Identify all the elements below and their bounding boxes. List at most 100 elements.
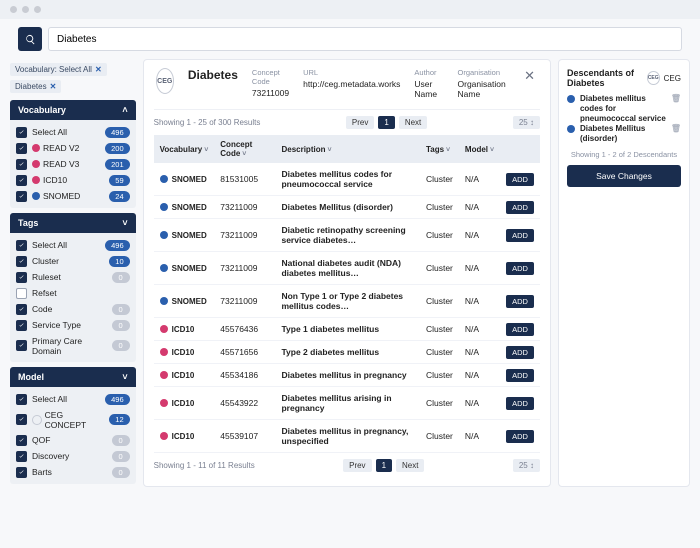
add-button[interactable]: ADD — [506, 430, 534, 443]
option-label: Discovery — [32, 451, 107, 461]
checkbox[interactable] — [16, 304, 27, 315]
prev-button[interactable]: Prev — [343, 459, 371, 472]
add-button[interactable]: ADD — [506, 173, 534, 186]
col-model[interactable]: Model˅ — [459, 135, 500, 163]
check-icon — [18, 274, 25, 281]
filter-option[interactable]: Ruleset 0 — [16, 269, 130, 285]
checkbox[interactable] — [16, 143, 27, 154]
tags-options: Select All 496 Cluster 10 Ruleset 0 Refs… — [10, 233, 136, 362]
filter-chip[interactable]: Vocabulary: Select All✕ — [10, 63, 107, 76]
window-dot[interactable] — [34, 6, 41, 13]
next-button[interactable]: Next — [396, 459, 424, 472]
option-label: SNOMED — [32, 191, 104, 201]
filter-option[interactable]: Service Type 0 — [16, 317, 130, 333]
vocab-dot-icon — [160, 203, 168, 211]
vocab-cell[interactable]: SNOMED — [160, 264, 209, 273]
checkbox[interactable] — [16, 191, 27, 202]
search-input[interactable] — [48, 27, 682, 51]
count-badge: 24 — [109, 191, 129, 202]
close-icon[interactable]: ✕ — [50, 82, 57, 91]
search-button[interactable] — [18, 27, 42, 51]
filter-option[interactable]: Discovery 0 — [16, 448, 130, 464]
checkbox[interactable] — [16, 159, 27, 170]
col-description[interactable]: Description˅ — [275, 135, 420, 163]
model-header[interactable]: Model ˅ — [10, 367, 136, 387]
add-button[interactable]: ADD — [506, 397, 534, 410]
filter-option[interactable]: ICD10 59 — [16, 172, 130, 188]
filter-option[interactable]: Barts 0 — [16, 464, 130, 480]
col-concept-code[interactable]: Concept Code˅ — [214, 135, 275, 163]
add-button[interactable]: ADD — [506, 201, 534, 214]
checkbox[interactable] — [16, 175, 27, 186]
vocabulary-header[interactable]: Vocabulary ˄ — [10, 100, 136, 120]
filter-option[interactable]: Cluster 10 — [16, 253, 130, 269]
col-tags[interactable]: Tags˅ — [420, 135, 459, 163]
window-dot[interactable] — [22, 6, 29, 13]
next-button[interactable]: Next — [399, 116, 427, 129]
checkbox[interactable] — [16, 414, 27, 425]
vocab-cell[interactable]: SNOMED — [160, 297, 209, 306]
col-vocabulary[interactable]: Vocabulary˅ — [154, 135, 215, 163]
descendant-item: Diabetes mellitus codes for pneumococcal… — [567, 94, 681, 124]
filter-option[interactable]: Select All 496 — [16, 237, 130, 253]
vocab-cell[interactable]: ICD10 — [160, 348, 209, 357]
checkbox[interactable] — [16, 435, 27, 446]
pager-top: Showing 1 - 25 of 300 Results Prev 1 Nex… — [154, 110, 540, 135]
filter-option[interactable]: Refset — [16, 285, 130, 301]
save-changes-button[interactable]: Save Changes — [567, 165, 681, 187]
model-cell: N/A — [459, 318, 500, 341]
code-cell: 45571656 — [214, 341, 275, 364]
vocab-cell[interactable]: ICD10 — [160, 399, 209, 408]
filter-option[interactable]: Select All 496 — [16, 124, 130, 140]
concept-code-label: Concept Code — [252, 68, 289, 86]
add-button[interactable]: ADD — [506, 295, 534, 308]
checkbox[interactable] — [16, 451, 27, 462]
perpage-select[interactable]: 25 ↕ — [513, 459, 540, 472]
trash-icon[interactable]: 🗑 — [671, 124, 681, 134]
trash-icon[interactable]: 🗑 — [671, 94, 681, 104]
add-button[interactable]: ADD — [506, 369, 534, 382]
filter-option[interactable]: Select All 496 — [16, 391, 130, 407]
checkbox[interactable] — [16, 340, 27, 351]
code-cell: 73211009 — [214, 285, 275, 318]
page-number[interactable]: 1 — [376, 459, 392, 472]
window-dot[interactable] — [10, 6, 17, 13]
perpage-select[interactable]: 25 ↕ — [513, 116, 540, 129]
count-badge: 201 — [105, 159, 130, 170]
vocab-cell[interactable]: ICD10 — [160, 325, 209, 334]
checkbox[interactable] — [16, 394, 27, 405]
filter-chip[interactable]: Diabetes✕ — [10, 80, 61, 93]
checkbox[interactable] — [16, 320, 27, 331]
description-cell: Diabetes Mellitus (disorder) — [275, 196, 420, 219]
vocab-cell[interactable]: ICD10 — [160, 432, 209, 441]
checkbox[interactable] — [16, 240, 27, 251]
filter-option[interactable]: CEG CONCEPT 12 — [16, 407, 130, 432]
checkbox[interactable] — [16, 127, 27, 138]
page-number[interactable]: 1 — [378, 116, 394, 129]
filter-option[interactable]: Code 0 — [16, 301, 130, 317]
vocab-cell[interactable]: SNOMED — [160, 175, 209, 184]
option-label: Select All — [32, 240, 100, 250]
prev-button[interactable]: Prev — [346, 116, 374, 129]
filter-option[interactable]: READ V3 201 — [16, 156, 130, 172]
add-button[interactable]: ADD — [506, 262, 534, 275]
table-row: SNOMED 73211009 Diabetes Mellitus (disor… — [154, 196, 540, 219]
filter-option[interactable]: SNOMED 24 — [16, 188, 130, 204]
checkbox[interactable] — [16, 272, 27, 283]
tags-header[interactable]: Tags ˅ — [10, 213, 136, 233]
tags-cell: Cluster — [420, 387, 459, 420]
filter-option[interactable]: READ V2 200 — [16, 140, 130, 156]
filter-option[interactable]: QOF 0 — [16, 432, 130, 448]
add-button[interactable]: ADD — [506, 346, 534, 359]
vocab-cell[interactable]: SNOMED — [160, 231, 209, 240]
checkbox[interactable] — [16, 467, 27, 478]
filter-option[interactable]: Primary Care Domain 0 — [16, 333, 130, 358]
close-icon[interactable]: ✕ — [95, 65, 102, 74]
vocab-cell[interactable]: SNOMED — [160, 203, 209, 212]
close-button[interactable]: ✕ — [521, 68, 538, 84]
checkbox[interactable] — [16, 256, 27, 267]
add-button[interactable]: ADD — [506, 323, 534, 336]
checkbox[interactable] — [16, 288, 27, 299]
vocab-cell[interactable]: ICD10 — [160, 371, 209, 380]
add-button[interactable]: ADD — [506, 229, 534, 242]
